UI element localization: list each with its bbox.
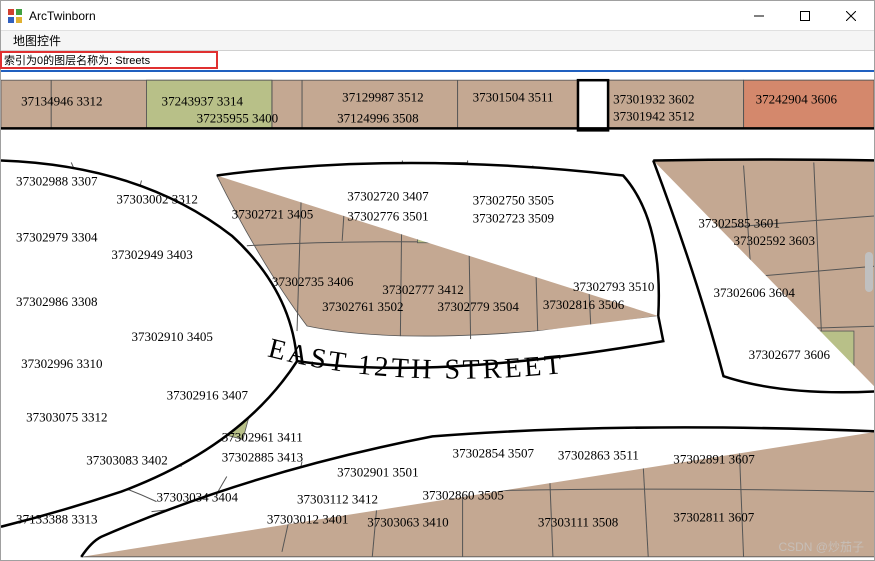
parcel-label: 37302916 3407 <box>167 387 249 402</box>
parcel-label: 37302986 3308 <box>16 294 98 309</box>
parcel-label: 37243937 3314 <box>162 93 244 108</box>
titlebar: ArcTwinborn <box>1 1 874 31</box>
parcel-label: 37124996 3508 <box>337 110 419 125</box>
parcel-label: 37302723 3509 <box>473 211 554 226</box>
parcel-label: 37133388 3313 <box>16 512 97 527</box>
parcel-label: 37302891 3607 <box>673 452 755 467</box>
parcel-label: 37302793 3510 <box>573 279 655 294</box>
parcel-label: 37301942 3512 <box>613 108 694 123</box>
parcel-label: 37302979 3304 <box>16 230 98 245</box>
parcel-label: 37302677 3606 <box>749 347 831 362</box>
status-bar-wrap: 索引为0的图层名称为: Streets <box>1 51 874 72</box>
status-panel: 索引为0的图层名称为: Streets <box>0 51 218 69</box>
parcel-label: 37235955 3400 <box>197 110 279 125</box>
parcel-label: 37302863 3511 <box>558 447 639 462</box>
parcel-label: 37302721 3405 <box>232 207 313 222</box>
parcel-label: 37302779 3504 <box>438 299 520 314</box>
app-icon <box>7 8 23 24</box>
parcel-label: 37302606 3604 <box>713 285 795 300</box>
parcel-label: 37302996 3310 <box>21 356 103 371</box>
parcel-label: 37302811 3607 <box>673 510 754 525</box>
parcel-label: 37134946 3312 <box>21 93 102 108</box>
parcel-group-top <box>1 80 874 130</box>
parcel-label: 37302585 3601 <box>698 216 779 231</box>
window-title: ArcTwinborn <box>29 9 736 23</box>
parcel-label: 37302777 3412 <box>382 282 463 297</box>
parcel-label: 37302885 3413 <box>222 450 303 465</box>
parcel-label: 37303002 3312 <box>116 192 197 207</box>
status-text: 索引为0的图层名称为: Streets <box>4 52 150 68</box>
parcel-label: 37129987 3512 <box>342 89 423 104</box>
parcel-label: 37303034 3404 <box>157 490 239 505</box>
parcel-label: 37302988 3307 <box>16 174 98 189</box>
parcel-label: 37301932 3602 <box>613 91 694 106</box>
map-viewport[interactable]: EAST 12TH STREET 37134946 331237243937 3… <box>1 72 874 560</box>
parcel-label: 37302854 3507 <box>453 445 535 460</box>
parcel-label: 37303111 3508 <box>538 515 619 530</box>
parcel-label: 37302949 3403 <box>111 247 192 262</box>
parcel-label: 37303012 3401 <box>267 512 348 527</box>
parcel-label: 37302735 3406 <box>272 274 354 289</box>
parcel-label: 37302816 3506 <box>543 297 625 312</box>
maximize-button[interactable] <box>782 1 828 31</box>
window-controls <box>736 1 874 31</box>
parcel-label: 37302776 3501 <box>347 209 428 224</box>
parcel-label: 37302592 3603 <box>734 233 815 248</box>
parcel-label: 37302761 3502 <box>322 299 403 314</box>
parcel-label: 37303112 3412 <box>297 492 378 507</box>
parcel-label: 37242904 3606 <box>756 91 838 106</box>
map-svg[interactable]: EAST 12TH STREET 37134946 331237243937 3… <box>1 72 874 560</box>
parcel-label: 37302720 3407 <box>347 189 429 204</box>
menu-map-controls[interactable]: 地图控件 <box>5 30 69 51</box>
minimize-button[interactable] <box>736 1 782 31</box>
parcel-label: 37302961 3411 <box>222 429 303 444</box>
app-window: ArcTwinborn 地图控件 索引为0的图层名称为: Streets <box>0 0 875 561</box>
parcel-label: 37301504 3511 <box>473 89 554 104</box>
parcel-label: 37303063 3410 <box>367 515 449 530</box>
parcel-label: 37302910 3405 <box>131 329 212 344</box>
vertical-scrollbar[interactable] <box>865 252 873 292</box>
close-button[interactable] <box>828 1 874 31</box>
menubar: 地图控件 <box>1 31 874 51</box>
watermark: CSDN @炒茄子 <box>778 538 864 555</box>
parcel-label: 37302901 3501 <box>337 465 418 480</box>
parcel-label: 37303075 3312 <box>26 409 107 424</box>
parcel-label: 37302750 3505 <box>473 193 554 208</box>
parcel-label: 37302860 3505 <box>422 488 503 503</box>
parcel-label: 37303083 3402 <box>86 453 167 468</box>
